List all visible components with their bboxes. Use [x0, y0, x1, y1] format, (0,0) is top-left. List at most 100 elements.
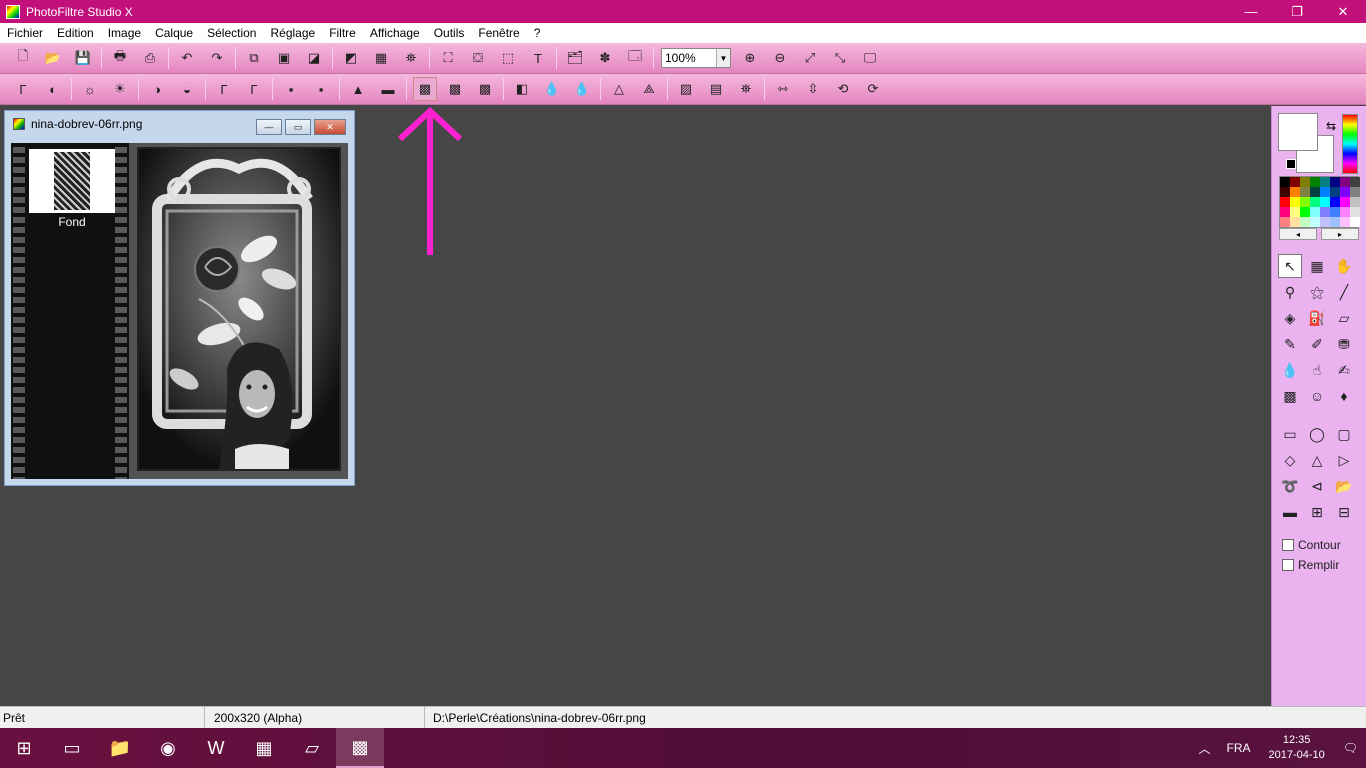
reset-colors-icon[interactable]: [1286, 159, 1296, 169]
crop-icon[interactable]: ⬚: [496, 46, 520, 70]
play-shape-icon[interactable]: ▷: [1332, 448, 1356, 472]
polygon-shape-icon[interactable]: ⊲: [1305, 474, 1329, 498]
notification-icon[interactable]: 🗨: [1343, 741, 1358, 755]
grayscale-icon[interactable]: ▩: [413, 77, 437, 101]
menu-filtre[interactable]: Filtre: [322, 26, 363, 40]
menu-fichier[interactable]: Fichier: [0, 26, 50, 40]
language-indicator[interactable]: FRA: [1226, 741, 1250, 755]
flip-horizontal-icon[interactable]: ⇿: [771, 77, 795, 101]
clock[interactable]: 12:35 2017-04-10: [1268, 733, 1324, 763]
eyedropper-tool-icon[interactable]: ⚲: [1278, 280, 1302, 304]
remplir-checkbox-box[interactable]: [1282, 559, 1294, 571]
eraser-tool-icon[interactable]: ▱: [1332, 306, 1356, 330]
rotate-right-icon[interactable]: ⟳: [861, 77, 885, 101]
rotate-left-icon[interactable]: ⟲: [831, 77, 855, 101]
menu-reglage[interactable]: Réglage: [263, 26, 322, 40]
foreground-color[interactable]: [1278, 113, 1318, 151]
gamma-minus-icon[interactable]: Γ: [212, 77, 236, 101]
pattern-icon[interactable]: ▦: [369, 46, 393, 70]
open-shape-icon[interactable]: 📂: [1332, 474, 1356, 498]
blur-icon[interactable]: 💧: [540, 77, 564, 101]
paste-as-image-icon[interactable]: ◪: [302, 46, 326, 70]
animation-app-icon[interactable]: ▱: [288, 728, 336, 768]
text-tool-icon[interactable]: T: [526, 46, 550, 70]
menu-outils[interactable]: Outils: [427, 26, 472, 40]
selection-mode-icon[interactable]: ▬: [1278, 500, 1302, 524]
negative-icon[interactable]: ◧: [510, 77, 534, 101]
transparency-icon[interactable]: ⛯: [399, 46, 423, 70]
auto-levels-icon[interactable]: Γ: [11, 77, 35, 101]
swap-colors-icon[interactable]: ⇆: [1326, 119, 1336, 133]
windows-start-icon[interactable]: ⊞: [0, 728, 48, 768]
explorer-icon[interactable]: 🗂: [563, 46, 587, 70]
contrast-plus-icon[interactable]: ◒: [175, 77, 199, 101]
plugin-icon[interactable]: ✽: [593, 46, 617, 70]
fill-tool-icon[interactable]: ◈: [1278, 306, 1302, 330]
pointer-tool-icon[interactable]: ↖: [1278, 254, 1302, 278]
gradient-icon[interactable]: ◩: [339, 46, 363, 70]
brightness-plus-icon[interactable]: ☀: [108, 77, 132, 101]
pattern-tool-icon[interactable]: ▩: [1278, 384, 1302, 408]
menu-selection[interactable]: Sélection: [200, 26, 263, 40]
zoom-out-icon[interactable]: ⊖: [768, 46, 792, 70]
soften-icon[interactable]: 💧: [570, 77, 594, 101]
contrast-minus-icon[interactable]: ◑: [145, 77, 169, 101]
canvas-size-icon[interactable]: ⛋: [466, 46, 490, 70]
hand-tool-icon[interactable]: ✋: [1332, 254, 1356, 278]
contour-checkbox[interactable]: Contour: [1282, 538, 1341, 552]
maximize-button[interactable]: ❐: [1274, 0, 1320, 23]
layer-thumbnail[interactable]: [29, 149, 115, 213]
gradient-fill-icon[interactable]: ▨: [674, 77, 698, 101]
rounded-rect-shape-icon[interactable]: ▢: [1332, 422, 1356, 446]
contour-checkbox-box[interactable]: [1282, 539, 1294, 551]
brush-tool-icon[interactable]: ✎: [1278, 332, 1302, 356]
doc-minimize-button[interactable]: —: [256, 119, 282, 135]
chevron-down-icon[interactable]: ▼: [716, 49, 730, 67]
spray-tool-icon[interactable]: ⛽: [1305, 306, 1329, 330]
sepia-icon[interactable]: ▩: [443, 77, 467, 101]
ratio-4-3-icon[interactable]: ⊞: [1305, 500, 1329, 524]
firefox-icon[interactable]: ◉: [144, 728, 192, 768]
paste-image-icon[interactable]: ▣: [272, 46, 296, 70]
doc-close-button[interactable]: ✕: [314, 119, 346, 135]
magic-wand-tool-icon[interactable]: ⚝: [1305, 280, 1329, 304]
transparent-color-icon[interactable]: ⛯: [734, 77, 758, 101]
new-file-icon[interactable]: 🗋: [11, 46, 35, 70]
stamp-tool-icon[interactable]: ⛃: [1332, 332, 1356, 356]
old-photo-icon[interactable]: ▩: [473, 77, 497, 101]
advanced-brush-tool-icon[interactable]: ✐: [1305, 332, 1329, 356]
menu-affichage[interactable]: Affichage: [363, 26, 427, 40]
palette-prev-button[interactable]: ◂: [1279, 228, 1317, 240]
save-icon[interactable]: 💾: [71, 46, 95, 70]
auto-contrast-icon[interactable]: ◐: [41, 77, 65, 101]
brightness-minus-icon[interactable]: ☼: [78, 77, 102, 101]
smudge-tool-icon[interactable]: ☝: [1305, 358, 1329, 382]
flip-vertical-icon[interactable]: ⇳: [801, 77, 825, 101]
redo-icon[interactable]: ↷: [205, 46, 229, 70]
saturation-plus-icon[interactable]: ▪: [309, 77, 333, 101]
document-window[interactable]: nina-dobrev-06rr.png — ▭ ✕ Fond: [4, 110, 355, 486]
histogram-icon[interactable]: ▲: [346, 77, 370, 101]
sharpen-icon[interactable]: △: [607, 77, 631, 101]
line-tool-icon[interactable]: ╱: [1332, 280, 1356, 304]
blur-tool-icon[interactable]: 💧: [1278, 358, 1302, 382]
tray-chevron-up-icon[interactable]: ︿: [1198, 740, 1210, 757]
diamond-shape-icon[interactable]: ◇: [1278, 448, 1302, 472]
color-selector[interactable]: ⇆: [1278, 113, 1338, 173]
saturation-minus-icon[interactable]: ▪: [279, 77, 303, 101]
menu-calque[interactable]: Calque: [148, 26, 200, 40]
image-tube-tool-icon[interactable]: ☺: [1305, 384, 1329, 408]
zoom-in-icon[interactable]: ⊕: [738, 46, 762, 70]
fit-window-icon[interactable]: ⤡: [828, 46, 852, 70]
strawberry-tool-icon[interactable]: ♦: [1332, 384, 1356, 408]
scan-icon[interactable]: ⎙: [138, 46, 162, 70]
gamma-plus-icon[interactable]: Γ: [242, 77, 266, 101]
color-spectrum[interactable]: [1342, 114, 1358, 174]
window-icon[interactable]: 🗔: [623, 46, 647, 70]
image-canvas[interactable]: [137, 147, 341, 471]
ratio-3-2-icon[interactable]: ⊟: [1332, 500, 1356, 524]
menu-help[interactable]: ?: [527, 26, 548, 40]
color-palette[interactable]: [1279, 176, 1360, 228]
selection-tool-icon[interactable]: ▦: [1305, 254, 1329, 278]
actual-size-icon[interactable]: ⤢: [798, 46, 822, 70]
